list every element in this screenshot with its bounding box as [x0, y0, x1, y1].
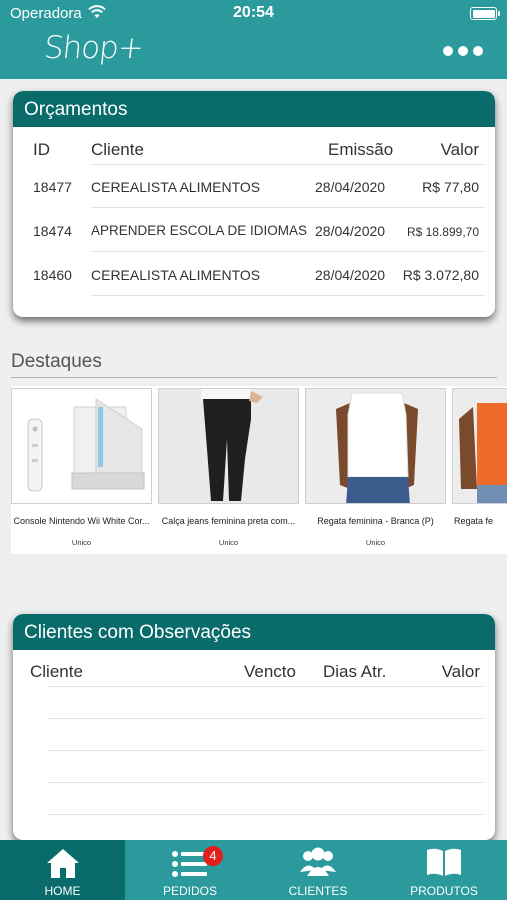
product-name: Regata fe	[454, 516, 494, 526]
tab-produtos[interactable]: PRODUTOS	[381, 840, 507, 900]
orcamentos-card: Orçamentos ID Cliente Emissão Valor 1847…	[13, 91, 495, 317]
tab-pedidos[interactable]: PEDIDOS	[125, 840, 255, 900]
product-image-console	[11, 388, 152, 504]
status-time: 20:54	[233, 4, 274, 21]
product-variant: Unico	[365, 538, 386, 547]
bottom-tab-bar: HOME PEDIDOS 4 CLIENTES PRODUTOS	[0, 840, 507, 900]
tab-home-label: HOME	[44, 884, 81, 898]
pedidos-badge: 4	[203, 846, 223, 866]
product-card[interactable]: Regata fe	[452, 386, 507, 554]
row-valor: R$ 18.899,70	[406, 225, 479, 239]
product-card[interactable]: Regata feminina - Branca (P) Unico	[305, 386, 448, 554]
tab-clientes[interactable]: CLIENTES	[255, 840, 381, 900]
row-cliente: CEREALISTA ALIMENTOS	[91, 179, 261, 195]
book-icon	[425, 846, 463, 883]
col-header-cliente: Cliente	[30, 662, 83, 681]
product-image-jeans	[158, 388, 299, 504]
product-variant: Unico	[218, 538, 239, 547]
product-variant: Unico	[71, 538, 92, 547]
row-emissao: 28/04/2020	[315, 179, 386, 195]
row-valor: R$ 3.072,80	[402, 267, 479, 283]
more-options-icon[interactable]	[443, 46, 483, 56]
app-logo: Shop+	[42, 30, 145, 66]
row-cliente: APRENDER ESCOLA DE IDIOMAS	[91, 223, 308, 238]
row-valor: R$ 77,80	[422, 179, 479, 195]
users-icon	[298, 846, 338, 883]
home-icon	[45, 846, 81, 885]
tab-produtos-label: PRODUTOS	[410, 884, 478, 898]
col-header-cliente: Cliente	[91, 140, 144, 159]
col-header-emissao: Emissão	[328, 140, 394, 159]
row-emissao: 28/04/2020	[315, 223, 386, 239]
product-image-regata-laranja	[452, 388, 507, 504]
col-header-id: ID	[33, 140, 50, 159]
clientes-observacoes-card: Clientes com Observações Cliente Vencto …	[13, 614, 495, 840]
col-header-valor: Valor	[440, 140, 479, 159]
row-id: 18474	[33, 223, 72, 239]
row-id: 18460	[33, 267, 72, 283]
destaques-carousel[interactable]: Console Nintendo Wii White Cor... Unico …	[11, 386, 507, 554]
product-name: Console Nintendo Wii White Cor...	[13, 516, 150, 526]
tab-home[interactable]: HOME	[0, 840, 125, 900]
status-bar: Operadora 20:54	[0, 0, 507, 28]
tab-clientes-label: CLIENTES	[288, 884, 348, 898]
product-card[interactable]: Calça jeans feminina preta com... Unico	[158, 386, 301, 554]
product-name: Regata feminina - Branca (P)	[317, 516, 434, 526]
section-divider	[11, 377, 497, 378]
app-header: Operadora 20:54 Shop+	[0, 0, 507, 79]
product-name: Calça jeans feminina preta com...	[161, 516, 296, 526]
row-emissao: 28/04/2020	[315, 267, 386, 283]
row-cliente: CEREALISTA ALIMENTOS	[91, 267, 261, 283]
col-header-dias-atr: Dias Atr.	[323, 662, 387, 681]
battery-icon	[470, 7, 500, 20]
tab-pedidos-label: PEDIDOS	[162, 884, 217, 898]
row-id: 18477	[33, 179, 72, 195]
orcamentos-title: Orçamentos	[13, 91, 495, 127]
col-header-vencto: Vencto	[244, 662, 296, 681]
clientes-obs-title: Clientes com Observações	[13, 614, 495, 650]
destaques-title: Destaques	[11, 351, 102, 372]
product-image-regata-branca	[305, 388, 446, 504]
product-card[interactable]: Console Nintendo Wii White Cor... Unico	[11, 386, 154, 554]
col-header-valor: Valor	[441, 662, 480, 681]
